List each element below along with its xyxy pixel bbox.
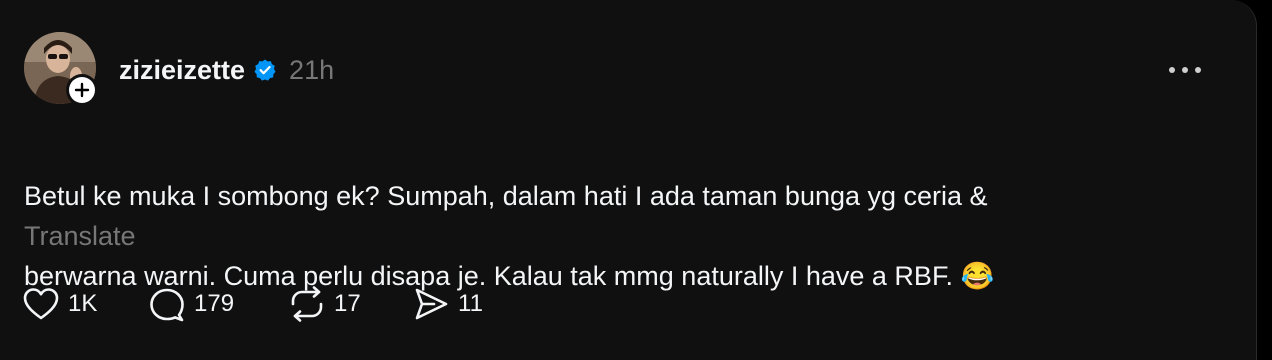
comment-icon bbox=[150, 288, 184, 322]
plus-icon bbox=[69, 77, 95, 103]
username-link[interactable]: zizieizette bbox=[119, 55, 245, 86]
repost-icon bbox=[291, 286, 323, 322]
more-icon bbox=[1169, 67, 1201, 73]
more-options-button[interactable] bbox=[1164, 56, 1206, 84]
share-button[interactable]: 11 bbox=[412, 284, 492, 324]
repost-count: 17 bbox=[334, 290, 361, 317]
avatar-container bbox=[24, 32, 98, 106]
post-card: zizieizette 21h Betul ke muka I sombong … bbox=[0, 0, 1257, 360]
post-header: zizieizette 21h bbox=[119, 53, 334, 87]
send-icon bbox=[415, 288, 448, 320]
reply-button[interactable]: 179 bbox=[148, 284, 288, 324]
like-button[interactable]: 1K bbox=[22, 284, 148, 324]
action-bar: 1K 179 17 11 bbox=[22, 284, 492, 324]
post-body-line: Betul ke muka I sombong ek? Sumpah, dala… bbox=[24, 181, 988, 211]
verified-badge-icon bbox=[253, 58, 277, 82]
post-timestamp[interactable]: 21h bbox=[289, 55, 334, 86]
heart-icon bbox=[23, 288, 59, 320]
follow-button[interactable] bbox=[66, 74, 98, 106]
translate-link[interactable]: Translate bbox=[24, 216, 136, 256]
share-count: 11 bbox=[458, 290, 483, 317]
repost-button[interactable]: 17 bbox=[288, 284, 412, 324]
reply-count: 179 bbox=[194, 290, 235, 317]
like-count: 1K bbox=[68, 290, 98, 317]
